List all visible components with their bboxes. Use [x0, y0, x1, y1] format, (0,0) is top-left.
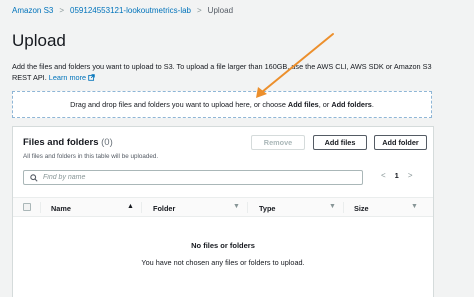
column-divider: [40, 202, 41, 213]
breadcrumb-amazon-s3[interactable]: Amazon S3: [12, 6, 53, 15]
empty-state-subtitle: You have not chosen any files or folders…: [141, 258, 305, 267]
add-folder-button[interactable]: Add folder: [374, 135, 427, 150]
external-link-icon: [88, 73, 95, 81]
learn-more-link[interactable]: Learn more: [49, 73, 95, 82]
page-title: Upload: [12, 31, 66, 50]
search-box: [23, 170, 363, 185]
search-icon: [30, 173, 38, 182]
remove-button[interactable]: Remove: [251, 135, 305, 150]
table-header: Name ▲ Folder ▼ Type ▼ Size ▼: [13, 197, 433, 217]
sort-ascending-icon[interactable]: ▲: [127, 203, 134, 210]
dropzone-text-middle: , or: [318, 100, 332, 109]
dropzone-add-files: Add files: [287, 100, 319, 109]
search-input[interactable]: [43, 174, 343, 181]
breadcrumb-bucket[interactable]: 059124553121-lookoutmetrics-lab: [70, 6, 191, 15]
next-page-icon[interactable]: >: [408, 171, 413, 180]
column-type[interactable]: Type: [259, 204, 276, 213]
dropzone-text: Drag and drop files and folders you want…: [70, 100, 374, 109]
previous-page-icon[interactable]: <: [381, 171, 386, 180]
column-size[interactable]: Size: [354, 204, 369, 213]
page-description: Add the files and folders you want to up…: [12, 62, 452, 83]
panel-title: Files and folders (0): [23, 137, 113, 148]
column-folder[interactable]: Folder: [153, 204, 175, 213]
column-divider: [141, 202, 142, 213]
sort-icon[interactable]: ▼: [411, 203, 418, 210]
breadcrumb-current: Upload: [207, 6, 234, 15]
column-divider: [343, 202, 344, 213]
empty-state-title: No files or folders: [191, 241, 255, 250]
pagination: < 1 >: [381, 171, 413, 180]
add-files-button[interactable]: Add files: [313, 135, 367, 150]
dropzone-add-folders: Add folders: [331, 100, 372, 109]
panel-count: (0): [101, 137, 113, 148]
breadcrumb: Amazon S3 > 059124553121-lookoutmetrics-…: [12, 6, 233, 15]
chevron-right-icon: >: [197, 6, 202, 15]
dropzone-text-before: Drag and drop files and folders you want…: [70, 100, 288, 109]
chevron-right-icon: >: [59, 6, 65, 15]
column-name[interactable]: Name: [51, 204, 71, 213]
page-number[interactable]: 1: [395, 171, 399, 180]
sort-icon[interactable]: ▼: [329, 203, 336, 210]
panel-title-text: Files and folders: [23, 137, 99, 148]
select-all-checkbox[interactable]: [23, 203, 31, 211]
dropzone-text-after: .: [371, 100, 374, 109]
upload-dropzone[interactable]: Drag and drop files and folders you want…: [12, 91, 432, 118]
column-divider: [247, 202, 248, 213]
panel-subtitle: All files and folders in this table will…: [23, 153, 159, 160]
files-and-folders-panel: Files and folders (0) All files and fold…: [12, 126, 434, 297]
learn-more-label: Learn more: [48, 72, 87, 82]
sort-icon[interactable]: ▼: [233, 203, 240, 210]
